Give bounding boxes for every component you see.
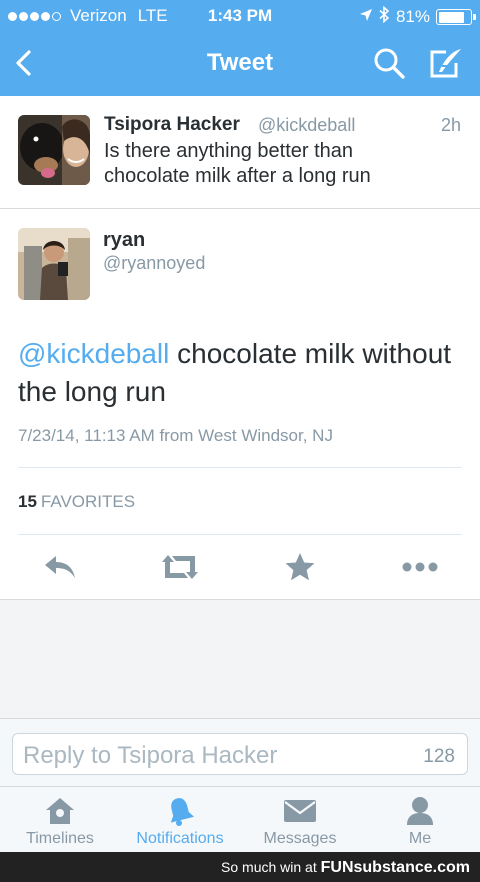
bell-icon	[162, 795, 198, 827]
author-handle[interactable]: @kickdeball	[258, 115, 355, 136]
parent-tweet[interactable]: Tsipora Hacker @kickdeball 2h Is there a…	[0, 96, 480, 209]
reply-icon	[45, 556, 75, 578]
page-title: Tweet	[206, 49, 274, 76]
main-tweet: ryan @ryannoyed @kickdeball chocolate mi…	[0, 209, 480, 600]
watermark-text: So much win at FUNsubstance.com	[221, 859, 470, 877]
avatar[interactable]	[18, 228, 90, 300]
watermark-logo: FUNsubstance.com	[320, 859, 470, 876]
bluetooth-icon	[379, 5, 390, 28]
compose-button[interactable]	[428, 46, 464, 80]
battery-level	[438, 11, 464, 23]
status-bar: Verizon LTE 1:43 PM 81%	[0, 0, 480, 30]
search-icon	[374, 48, 405, 79]
favorites-number: 15	[18, 492, 37, 511]
tweet-meta: 7/23/14, 11:13 AM from West Windsor, NJ	[18, 426, 333, 445]
tab-label: Timelines	[26, 830, 94, 847]
tab-label: Messages	[263, 830, 337, 847]
tweet-text: @kickdeball chocolate milk without the l…	[18, 335, 458, 411]
home-icon	[42, 795, 78, 827]
tab-messages[interactable]: Messages	[240, 787, 360, 853]
nav-bar: Tweet	[0, 30, 480, 96]
avatar[interactable]	[18, 115, 90, 185]
more-button[interactable]	[398, 549, 442, 585]
character-count: 128	[423, 746, 455, 767]
header: Verizon LTE 1:43 PM 81% Tweet	[0, 0, 480, 96]
tab-me[interactable]: Me	[360, 787, 480, 853]
compose-icon	[430, 49, 461, 78]
watermark-bar: So much win at FUNsubstance.com	[0, 852, 480, 882]
battery-icon	[436, 9, 476, 25]
person-icon	[402, 795, 438, 827]
envelope-icon	[282, 795, 318, 827]
battery-percent: 81%	[395, 7, 430, 26]
tweet-text: Is there anything better than chocolate …	[104, 140, 371, 187]
favorites-label: FAVORITES	[40, 492, 136, 511]
reply-bar: Reply to Tsipora Hacker 128	[0, 718, 480, 786]
mention-link[interactable]: @kickdeball	[18, 338, 169, 369]
retweet-icon	[162, 555, 198, 579]
divider	[18, 534, 462, 535]
tab-label: Notifications	[136, 830, 224, 847]
author-handle[interactable]: @ryannoyed	[103, 253, 205, 274]
watermark-caption: So much win at	[221, 859, 317, 875]
tweet-timestamp: 2h	[440, 115, 461, 135]
author-name[interactable]: ryan	[103, 229, 145, 252]
divider	[18, 467, 462, 468]
search-button[interactable]	[372, 46, 406, 80]
reply-input[interactable]: Reply to Tsipora Hacker 128	[12, 733, 468, 775]
favorite-button[interactable]	[278, 549, 322, 585]
status-right: 81%	[359, 5, 476, 28]
reply-placeholder: Reply to Tsipora Hacker	[23, 742, 278, 769]
location-arrow-icon	[359, 7, 373, 27]
favorites-count[interactable]: 15 FAVORITES	[18, 492, 135, 512]
author-name[interactable]: Tsipora Hacker	[104, 114, 240, 136]
star-icon	[285, 553, 315, 581]
tab-label: Me	[408, 830, 432, 847]
retweet-button[interactable]	[158, 549, 202, 585]
tab-timelines[interactable]: Timelines	[0, 787, 120, 853]
more-icon	[402, 562, 438, 572]
reply-button[interactable]	[38, 549, 82, 585]
tab-bar: Timelines Notifications Messages Me	[0, 786, 480, 852]
tab-notifications[interactable]: Notifications	[120, 787, 240, 853]
